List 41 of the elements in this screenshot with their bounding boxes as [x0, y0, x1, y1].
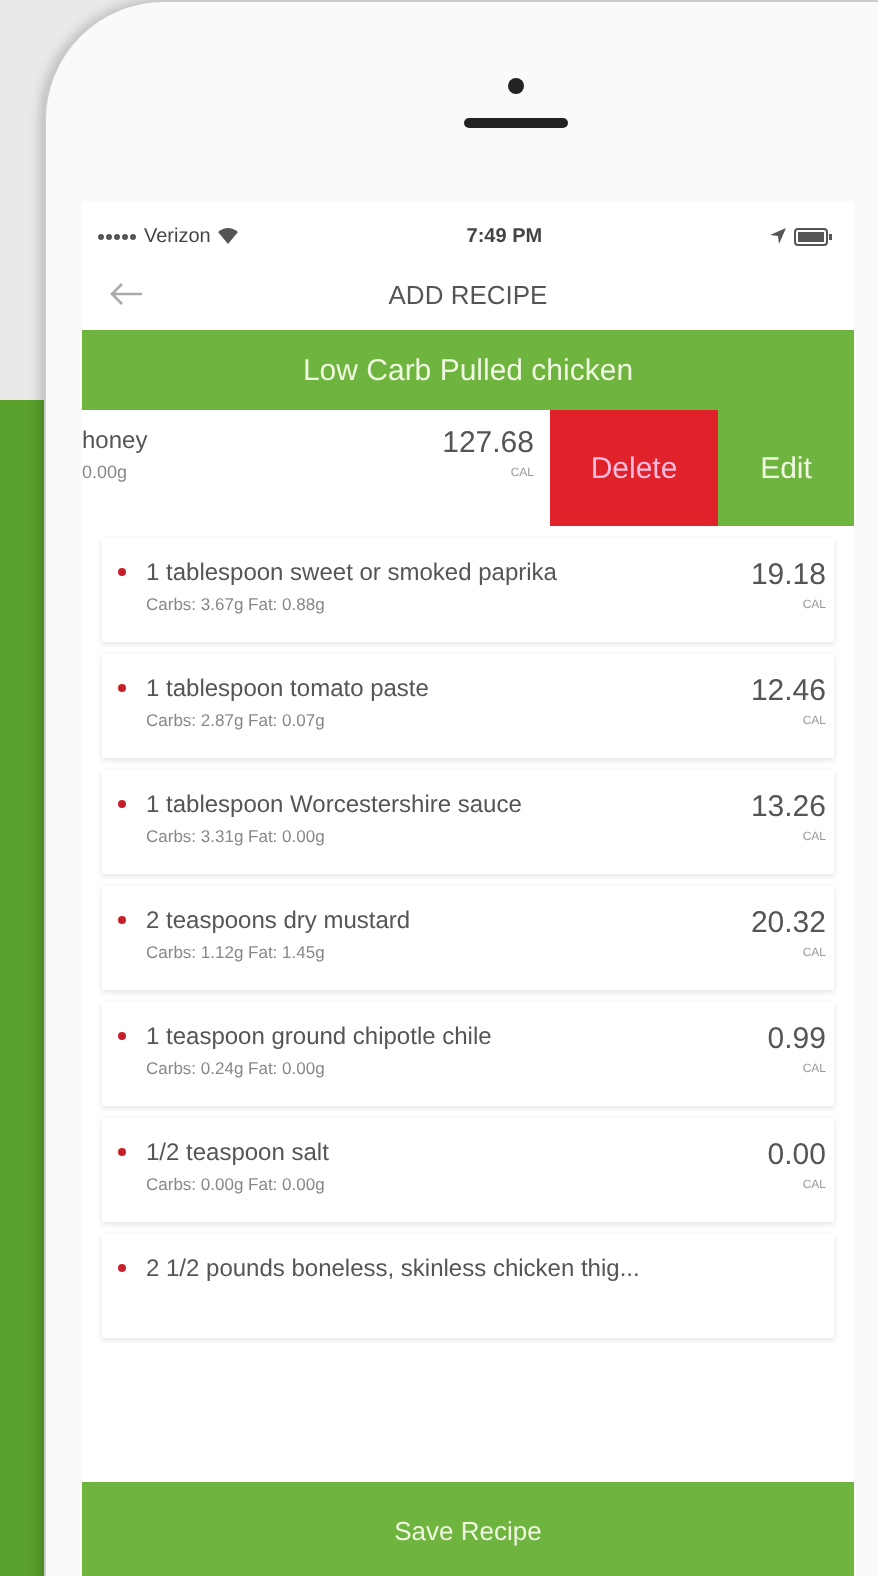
calorie-value: 13.26: [750, 790, 826, 824]
back-arrow-icon[interactable]: [110, 282, 142, 306]
nutrition-text: 0.00g: [82, 462, 130, 482]
ingredient-name: 1/2 teaspoon salt: [146, 1138, 331, 1166]
location-icon: [770, 228, 786, 244]
bullet-icon: [118, 1264, 126, 1272]
battery-icon: [794, 227, 834, 245]
calorie-value: 127.68: [442, 426, 534, 460]
ingredient-row[interactable]: 2 1/2 pounds boneless, skinless chicken thig...: [102, 1234, 834, 1338]
bullet-icon: [118, 568, 126, 576]
recipe-title-bar: Low Carb Pulled chicken: [82, 330, 854, 410]
ingredient-name: 2 1/2 pounds boneless, skinless chicken thig...: [146, 1254, 642, 1282]
bullet-icon: [118, 1148, 126, 1156]
ingredient-name: 1 teaspoon ground chipotle chile: [146, 1022, 494, 1050]
bullet-icon: [118, 1032, 126, 1040]
ingredient-name: 1 tablespoon sweet or smoked paprika: [146, 558, 559, 586]
nutrition-text: Carbs: 3.31g Fat: 0.00g: [146, 826, 327, 846]
calorie-value: 0.00: [767, 1138, 826, 1172]
calorie-value: 20.32: [750, 906, 826, 940]
speaker-icon: [464, 117, 568, 127]
ingredient-name: 1 tablespoon tomato paste: [146, 674, 431, 702]
ingredient-name: honey: [82, 426, 148, 454]
signal-icon: [98, 233, 136, 239]
bullet-icon: [118, 800, 126, 808]
nutrition-text: Carbs: 0.00g Fat: 0.00g: [146, 1174, 327, 1194]
bullet-icon: [118, 684, 126, 692]
nutrition-text: Carbs: 0.24g Fat: 0.00g: [146, 1058, 327, 1078]
calorie-value: 0.99: [767, 1022, 826, 1056]
nutrition-text: Carbs: 3.67g Fat: 0.88g: [146, 594, 327, 614]
ingredient-name: 2 teaspoons dry mustard: [146, 906, 413, 934]
calorie-value: 12.46: [750, 674, 826, 708]
nutrition-text: Carbs: 2.87g Fat: 0.07g: [146, 710, 327, 730]
status-time: 7:49 PM: [466, 225, 543, 247]
camera-icon: [508, 77, 524, 93]
wifi-icon: [218, 228, 239, 244]
screen-title: ADD RECIPE: [388, 279, 548, 309]
ingredient-name: 1 tablespoon Worcestershire sauce: [146, 790, 524, 818]
calorie-value: 19.18: [750, 558, 826, 592]
nutrition-text: Carbs: 1.12g Fat: 1.45g: [146, 942, 327, 962]
bullet-icon: [118, 916, 126, 924]
carrier-name: Verizon: [144, 225, 211, 247]
